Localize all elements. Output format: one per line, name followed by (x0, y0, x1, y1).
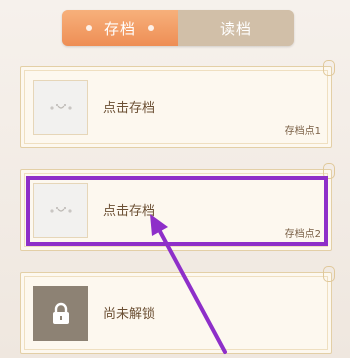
tab-save-label: 存档 (103, 19, 136, 38)
paperclip-icon (323, 266, 335, 282)
save-slot-3-locked: 尚未解锁 (20, 266, 335, 354)
slot-label: 点击存档 (103, 204, 156, 219)
tab-dot-left (86, 25, 92, 31)
slot-number: 存档点1 (284, 126, 321, 137)
cat-face-icon (49, 206, 72, 213)
save-load-tabs: 存档 读档 (62, 10, 294, 46)
tab-load[interactable]: 读档 (178, 10, 294, 46)
cat-face-icon (49, 103, 72, 110)
paperclip-icon (323, 60, 335, 76)
lock-icon (52, 302, 69, 324)
save-slot-1[interactable]: 点击存档 存档点1 (20, 60, 335, 148)
tab-dot-right (148, 25, 154, 31)
slot-thumbnail (33, 183, 88, 238)
slot-thumbnail (33, 80, 88, 135)
tab-load-label: 读档 (219, 19, 252, 38)
slot-label: 点击存档 (103, 101, 156, 116)
slot-label: 尚未解锁 (103, 307, 156, 322)
slot-number: 存档点2 (284, 229, 321, 240)
tab-save[interactable]: 存档 (62, 10, 178, 46)
paperclip-icon (323, 163, 335, 179)
save-slot-2[interactable]: 点击存档 存档点2 (20, 163, 335, 251)
slot-thumbnail-locked (33, 286, 88, 341)
